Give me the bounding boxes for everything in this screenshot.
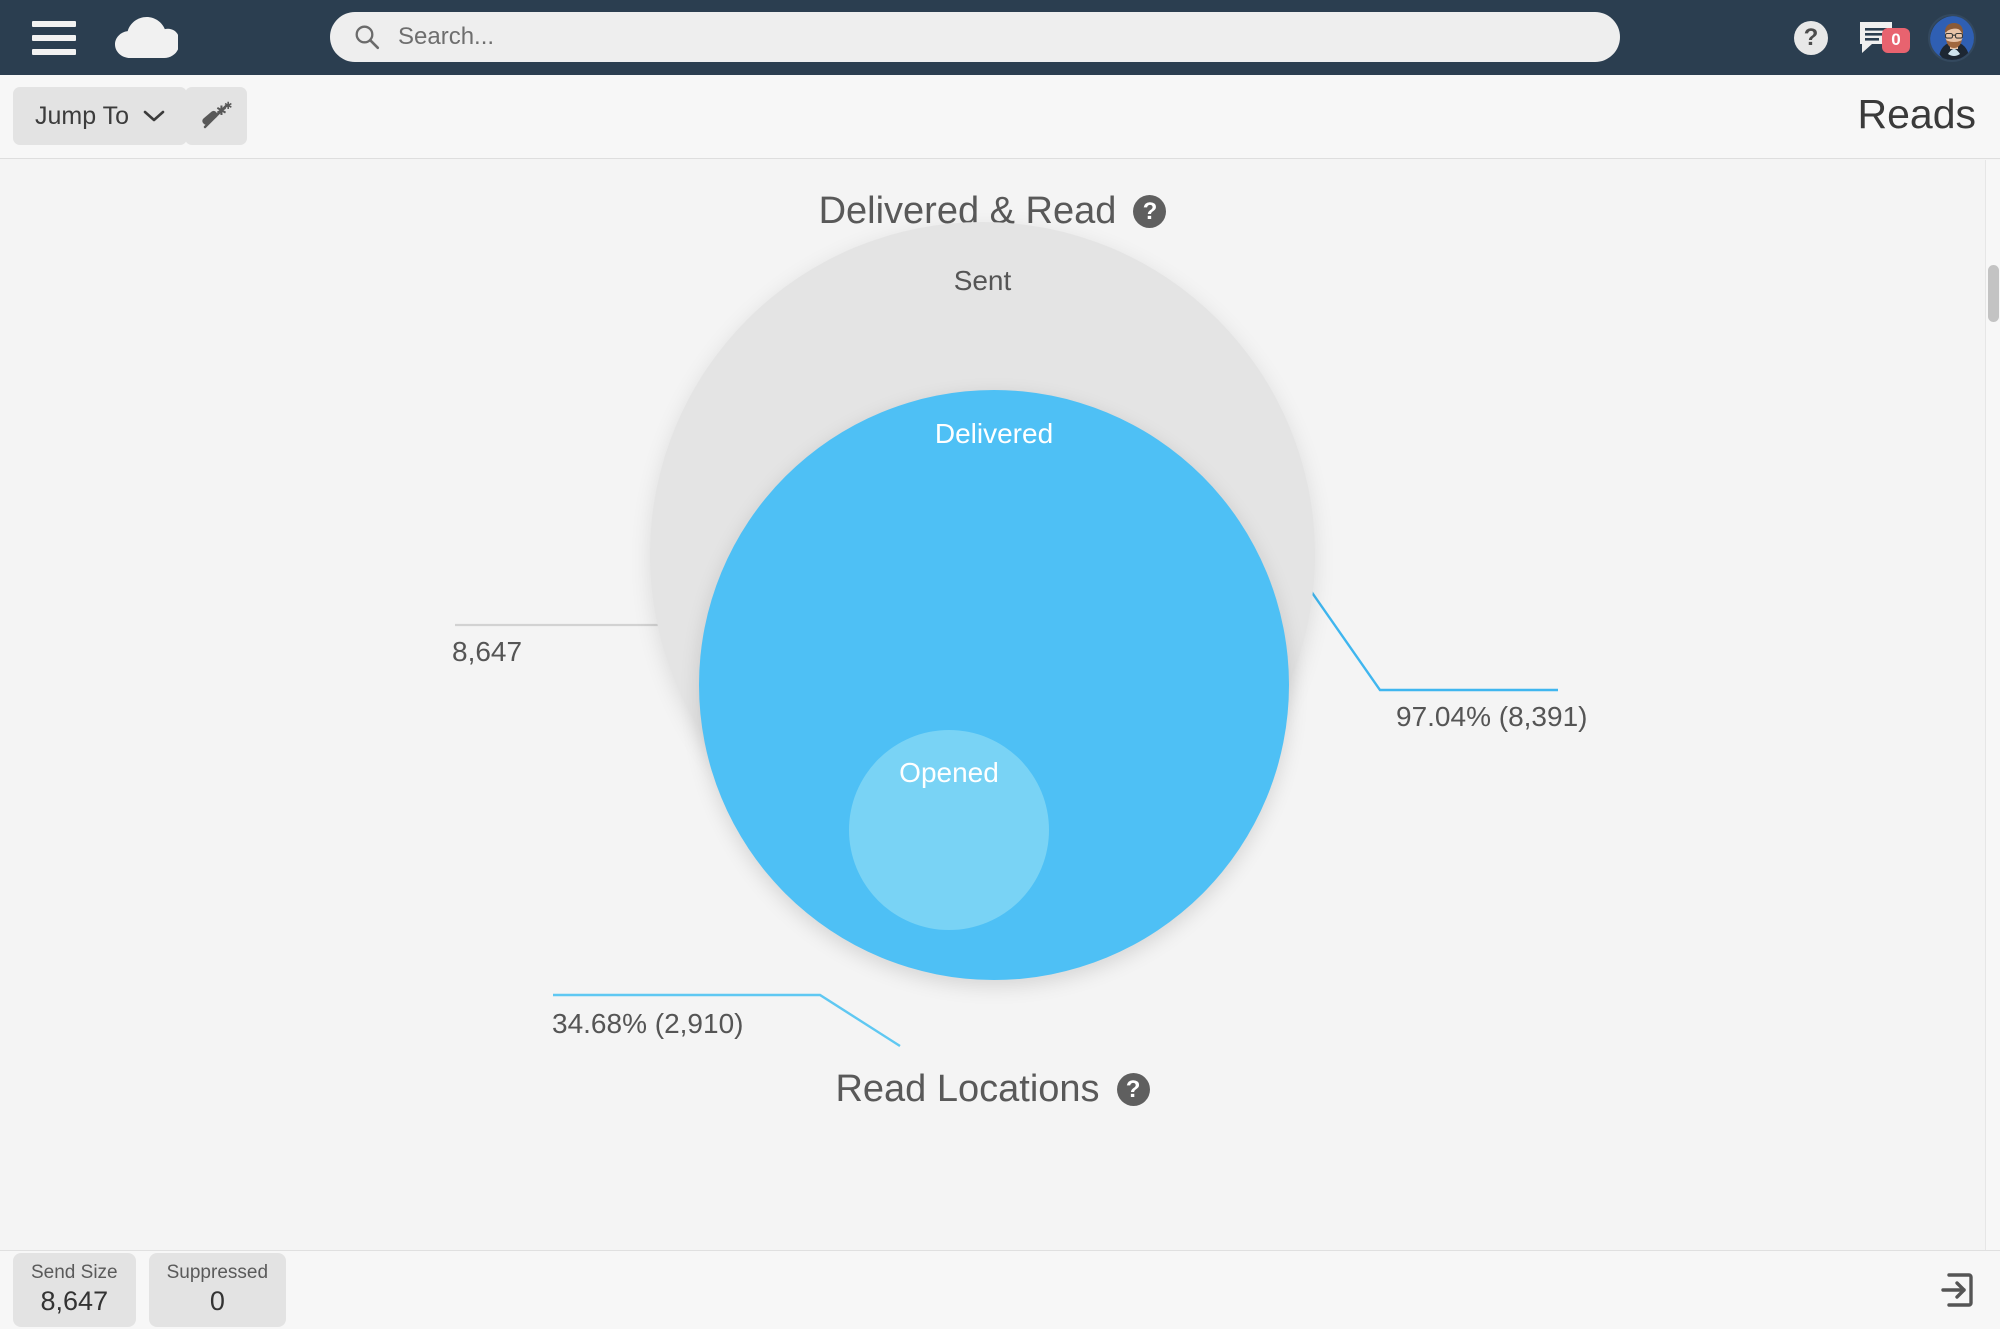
- chevron-down-icon: [143, 110, 165, 122]
- hamburger-bar: [32, 34, 76, 41]
- notification-badge: 0: [1882, 27, 1910, 53]
- search-input[interactable]: [398, 20, 1548, 54]
- page-title: Reads: [1857, 91, 1976, 137]
- help-icon[interactable]: ?: [1116, 1073, 1150, 1106]
- hamburger-bar: [32, 48, 76, 55]
- sent-circle[interactable]: Sent Delivered Opened: [650, 222, 1315, 980]
- jump-to-button[interactable]: Jump To: [13, 87, 188, 145]
- sub-toolbar: Jump To ✱ ✱ Reads: [0, 75, 2000, 159]
- delivered-leader-line: [1282, 550, 1558, 692]
- cloud-logo-icon[interactable]: [114, 16, 178, 59]
- delivered-circle[interactable]: Delivered Opened: [699, 390, 1289, 980]
- help-icon: ?: [1794, 20, 1828, 55]
- magic-wand-button[interactable]: ✱ ✱: [185, 87, 247, 145]
- nav-right-group: ? 0: [1794, 0, 1976, 75]
- send-size-value: 8,647: [40, 1285, 109, 1316]
- opened-value-label: 34.68% (2,910): [552, 1008, 744, 1039]
- scrollbar-thumb[interactable]: [1988, 265, 1999, 322]
- send-size-stat: Send Size 8,647: [13, 1252, 136, 1328]
- read-locations-title-row: Read Locations ?: [0, 1068, 1985, 1111]
- search-icon: [355, 25, 380, 50]
- avatar[interactable]: [1928, 13, 1976, 62]
- hamburger-bar: [32, 20, 76, 27]
- send-size-label: Send Size: [31, 1261, 118, 1283]
- main-content-area: Delivered & Read ? Sent Delivered Opened…: [0, 160, 1985, 1250]
- hamburger-menu-icon[interactable]: [32, 20, 76, 55]
- vertical-scrollbar[interactable]: [1985, 160, 2000, 1250]
- suppressed-stat: Suppressed 0: [148, 1252, 287, 1328]
- sent-value-label: 8,647: [452, 636, 523, 667]
- jump-to-label: Jump To: [35, 101, 130, 130]
- export-button[interactable]: [1936, 1271, 1974, 1309]
- sent-label: Sent: [953, 265, 1012, 296]
- magic-wand-icon: ✱ ✱: [202, 101, 232, 129]
- export-arrow-icon: [1941, 1273, 1973, 1307]
- avatar-image: [1930, 15, 1974, 60]
- notifications-button[interactable]: 0: [1858, 20, 1910, 56]
- suppressed-value: 0: [209, 1285, 225, 1316]
- delivered-value-label: 97.04% (8,391): [1396, 701, 1588, 732]
- svg-text:✱: ✱: [224, 101, 232, 112]
- footer-bar: Send Size 8,647 Suppressed 0: [0, 1250, 2000, 1329]
- delivered-label: Delivered: [934, 418, 1054, 449]
- search-bar[interactable]: [330, 12, 1620, 62]
- help-button[interactable]: ?: [1794, 20, 1828, 55]
- read-locations-title-text: Read Locations: [835, 1068, 1100, 1110]
- opened-circle[interactable]: Opened: [849, 730, 1049, 930]
- top-navigation-bar: ? 0: [0, 0, 2000, 75]
- opened-label: Opened: [899, 757, 999, 788]
- suppressed-label: Suppressed: [166, 1261, 269, 1283]
